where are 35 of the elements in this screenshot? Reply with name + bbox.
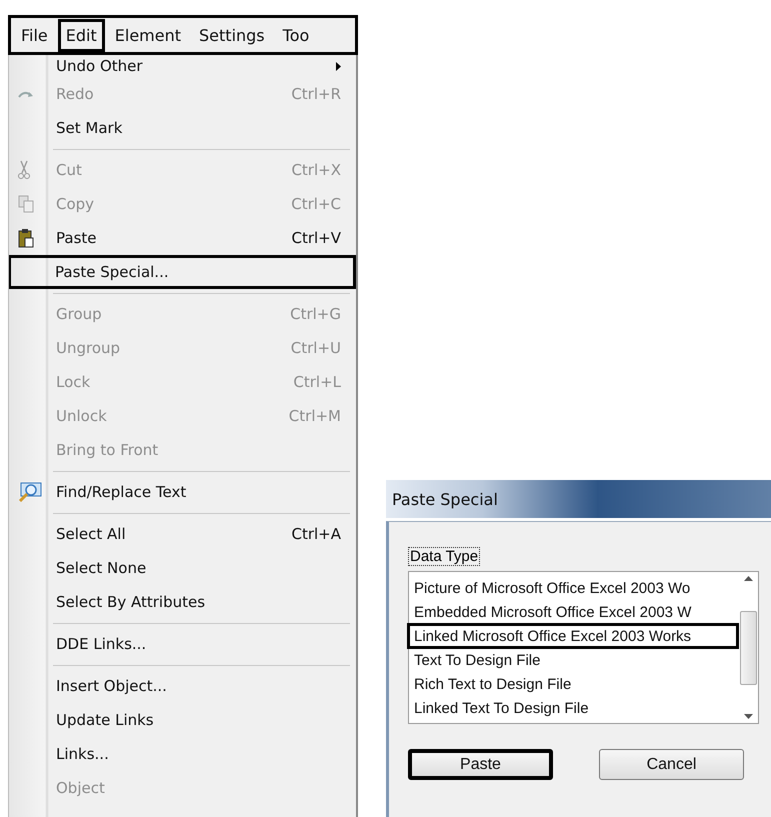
menu-item[interactable]: Select All Ctrl+A xyxy=(9,517,356,551)
list-item[interactable]: Picture of Microsoft Office Excel 2003 Wo xyxy=(408,576,738,600)
menu-item[interactable]: Find/Replace Text xyxy=(9,475,356,509)
scroll-down-icon xyxy=(744,714,752,719)
menu-bar-item[interactable]: Settings xyxy=(191,18,273,52)
cancel-button[interactable]: Cancel xyxy=(599,749,744,780)
list-item[interactable]: Linked Microsoft Office Excel 2003 Works xyxy=(408,624,738,648)
group-label: Data Type xyxy=(408,547,480,566)
menu-item[interactable]: Select By Attributes xyxy=(9,585,356,619)
menu-item[interactable]: Paste Special... xyxy=(9,255,356,289)
menu-item[interactable]: Insert Object... xyxy=(9,669,356,703)
scrollbar-thumb[interactable] xyxy=(740,610,756,684)
menu-item[interactable]: Set Mark xyxy=(9,111,356,145)
menu-bar-item[interactable]: Edit xyxy=(58,18,105,52)
menu-bar-item[interactable]: Too xyxy=(274,18,318,52)
menu-item[interactable]: DDE Links... xyxy=(9,627,356,661)
magnifier-icon xyxy=(18,482,42,502)
list-item[interactable]: Text To Design File xyxy=(408,648,738,672)
menu-item[interactable]: Undo Other xyxy=(9,55,356,77)
menu-item[interactable]: Links... xyxy=(9,737,356,771)
menu-bar-item[interactable]: Element xyxy=(106,18,190,52)
list-item[interactable]: Rich Text to Design File xyxy=(408,672,738,696)
scissors-icon xyxy=(18,160,30,180)
scroll-up-icon xyxy=(744,576,752,581)
clipboard-icon xyxy=(18,228,34,248)
list-item[interactable]: Embedded Microsoft Office Excel 2003 W xyxy=(408,600,738,624)
menu-item[interactable]: Select None xyxy=(9,551,356,585)
menu-item[interactable]: Update Links xyxy=(9,703,356,737)
copy-icon xyxy=(18,195,34,213)
menu-item[interactable]: Paste Ctrl+V xyxy=(9,221,356,255)
menu-bar-item[interactable]: File xyxy=(13,18,56,52)
paste-button[interactable]: Paste xyxy=(408,749,553,780)
dialog-title-bar: Paste Special xyxy=(386,480,771,518)
redo-arrow-icon xyxy=(18,89,34,99)
list-item[interactable]: Linked Text To Design File xyxy=(408,696,738,720)
